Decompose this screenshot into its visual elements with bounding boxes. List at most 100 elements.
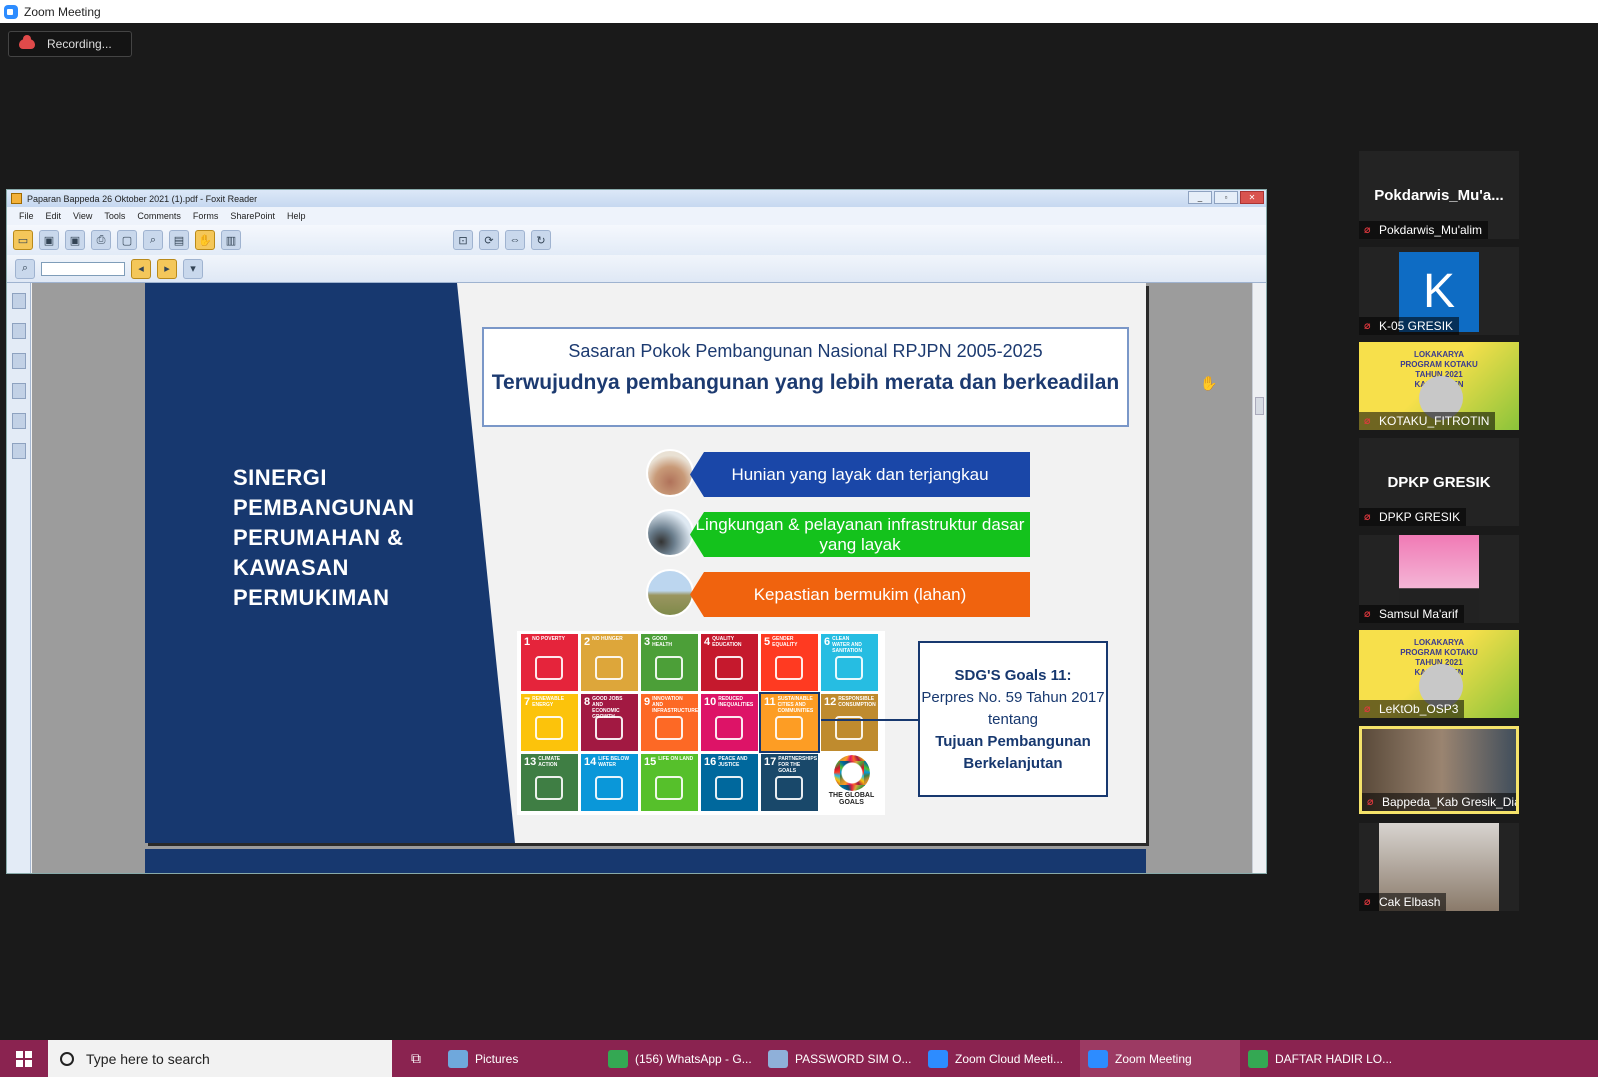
bookmarks-icon[interactable] xyxy=(11,293,26,309)
sdg-tile-2: 2 NO HUNGER xyxy=(581,634,638,691)
zoom-window-title: Zoom Meeting xyxy=(24,4,101,19)
layers-icon[interactable] xyxy=(11,353,26,369)
sdg-goal-icon xyxy=(775,656,803,680)
page-icon[interactable]: ▤ xyxy=(169,230,189,250)
binoculars-icon[interactable]: ⌕ xyxy=(15,258,35,279)
find-previous-icon[interactable]: ◂ xyxy=(131,258,151,279)
participant-name: DPKP GRESIK xyxy=(1359,508,1467,526)
taskbar-item[interactable]: DAFTAR HADIR LO... xyxy=(1240,1040,1400,1077)
menu-tools[interactable]: Tools xyxy=(104,211,125,221)
menu-view[interactable]: View xyxy=(73,211,92,221)
sdg-goal-icon xyxy=(535,656,563,680)
sdg-tile-label: RESPONSIBLE CONSUMPTION xyxy=(838,696,876,708)
participant-display-name: DPKP GRESIK xyxy=(1387,474,1491,491)
sdg-goal-icon xyxy=(655,776,683,800)
sdg-tile-number: 16 xyxy=(704,756,717,768)
participant-name: Bappeda_Kab Gresik_Dia... xyxy=(1362,793,1516,811)
sdg-goal-icon xyxy=(775,776,803,800)
windows-logo-icon xyxy=(16,1050,32,1067)
goal-pill-housing: Hunian yang layak dan terjangkau xyxy=(690,452,1030,497)
muted-mic-icon: ⌀ xyxy=(1364,415,1371,427)
participant-tile[interactable]: K K-05 GRESIK ⌀ xyxy=(1359,247,1519,335)
search-icon xyxy=(60,1051,74,1066)
sdg-goal-icon xyxy=(655,716,683,740)
menu-file[interactable]: File xyxy=(19,211,34,221)
foxit-search-input[interactable] xyxy=(41,261,125,276)
participant-name: KOTAKU_FITROTIN xyxy=(1359,412,1496,430)
fullscreen-icon[interactable]: ▢ xyxy=(117,230,137,250)
participant-name: Pokdarwis_Mu'alim xyxy=(1359,221,1488,239)
participant-tile[interactable]: Pokdarwis_Mu'a... Pokdarwis_Mu'alim ⌀ xyxy=(1359,151,1519,239)
sdg-tile-1: 1 NO POVERTY xyxy=(521,634,578,691)
global-goals-logo: THE GLOBAL GOALS xyxy=(823,752,880,809)
participant-tile[interactable]: LOKAKARYA PROGRAM KOTAKU TAHUN 2021 KABU… xyxy=(1359,342,1519,430)
slide-left-title: SINERGI PEMBANGUNAN PERUMAHAN & KAWASAN … xyxy=(233,465,415,610)
goal-pill-infrastructure: Lingkungan & pelayanan infrastruktur das… xyxy=(690,512,1030,557)
sdg-tile-number: 8 xyxy=(584,696,591,708)
taskbar-item-label: Pictures xyxy=(475,1051,519,1066)
menu-help[interactable]: Help xyxy=(287,211,306,221)
recording-indicator[interactable]: Recording... xyxy=(8,31,132,57)
sdg-tile-number: 4 xyxy=(704,636,711,648)
app-icon xyxy=(608,1049,628,1068)
print-icon[interactable]: ⎙ xyxy=(91,230,111,250)
scrollbar-thumb[interactable] xyxy=(1255,397,1264,415)
restore-button[interactable]: ▫ xyxy=(1214,191,1238,204)
foxit-window-title: Paparan Bappeda 26 Oktober 2021 (1).pdf … xyxy=(27,193,258,204)
taskbar-search[interactable]: Type here to search xyxy=(48,1040,392,1077)
sdg-tile-8: 8 GOOD JOBS AND ECONOMIC GROWTH xyxy=(581,694,638,751)
sdg-tile-14: 14 LIFE BELOW WATER xyxy=(581,754,638,811)
sdg-goal-icon xyxy=(775,716,803,740)
open-folder-icon[interactable]: ▭ xyxy=(13,230,33,250)
sdg-tile-10: 10 REDUCED INEQUALITIES xyxy=(701,694,758,751)
fit-width-icon[interactable]: ⇔ xyxy=(505,230,525,250)
search-options-icon[interactable]: ▾ xyxy=(183,258,203,279)
recording-label: Recording... xyxy=(47,37,112,51)
slide-header-subtitle: Sasaran Pokok Pembangunan Nasional RPJPN… xyxy=(568,341,1043,361)
participant-tile[interactable]: Samsul Ma'arif ⌀ xyxy=(1359,535,1519,623)
rotate-icon[interactable]: ⟳ xyxy=(479,230,499,250)
menu-forms[interactable]: Forms xyxy=(193,211,219,221)
participant-tile[interactable]: LOKAKARYA PROGRAM KOTAKU TAHUN 2021 KABU… xyxy=(1359,630,1519,718)
save-as-icon[interactable]: ▣ xyxy=(65,230,85,250)
participant-tile[interactable]: Bappeda_Kab Gresik_Dia... ⌀ xyxy=(1359,726,1519,814)
participant-name: K-05 GRESIK xyxy=(1359,317,1460,335)
select-text-icon[interactable]: ▥ xyxy=(221,230,241,250)
pdf-document-area[interactable]: SINERGI PEMBANGUNAN PERUMAHAN & KAWASAN … xyxy=(32,283,1253,873)
refresh-icon[interactable]: ↻ xyxy=(531,230,551,250)
save-icon[interactable]: ▣ xyxy=(39,230,59,250)
sdg-tile-label: PEACE AND JUSTICE xyxy=(718,756,748,768)
taskbar-item[interactable]: Pictures xyxy=(440,1040,600,1077)
app-icon xyxy=(1088,1049,1108,1068)
taskbar-item[interactable]: (156) WhatsApp - G... xyxy=(600,1040,760,1077)
start-button[interactable] xyxy=(0,1040,48,1077)
taskbar-item[interactable]: Zoom Cloud Meeti... xyxy=(920,1040,1080,1077)
pages-icon[interactable] xyxy=(11,323,26,339)
taskbar-item[interactable]: Zoom Meeting xyxy=(1080,1040,1240,1077)
find-next-icon[interactable]: ▸ xyxy=(157,258,177,279)
close-button[interactable]: ✕ xyxy=(1240,191,1264,204)
taskbar-item[interactable]: PASSWORD SIM O... xyxy=(760,1040,920,1077)
taskbar-apps: Pictures (156) WhatsApp - G... PASSWORD SI… xyxy=(440,1040,1400,1077)
participant-tile[interactable]: DPKP GRESIK DPKP GRESIK ⌀ xyxy=(1359,438,1519,526)
participant-tile[interactable]: Cak Elbash ⌀ xyxy=(1359,823,1519,911)
minimize-button[interactable]: _ xyxy=(1188,191,1212,204)
find-icon[interactable]: ⌕ xyxy=(143,230,163,250)
zoom-title-bar: Zoom Meeting xyxy=(0,0,1598,23)
slide-header-box: Sasaran Pokok Pembangunan Nasional RPJPN… xyxy=(482,327,1129,427)
sdg-tile-number: 5 xyxy=(764,636,771,648)
sdg-tile-label: INNOVATION AND INFRASTRUCTURE xyxy=(652,696,699,714)
menu-comments[interactable]: Comments xyxy=(137,211,181,221)
attachment-icon[interactable] xyxy=(11,413,26,429)
menu-sharepoint[interactable]: SharePoint xyxy=(230,211,275,221)
search-placeholder: Type here to search xyxy=(86,1050,210,1067)
fit-page-icon[interactable]: ⊡ xyxy=(453,230,473,250)
vertical-scrollbar[interactable] xyxy=(1252,283,1266,873)
muted-mic-icon: ⌀ xyxy=(1364,511,1371,523)
menu-edit[interactable]: Edit xyxy=(46,211,62,221)
task-view-button[interactable]: ⧉ xyxy=(392,1040,440,1077)
comments-icon[interactable] xyxy=(11,383,26,399)
hand-tool-icon[interactable]: ✋ xyxy=(195,230,215,250)
muted-mic-icon: ⌀ xyxy=(1364,320,1371,332)
signature-icon[interactable] xyxy=(11,443,26,459)
